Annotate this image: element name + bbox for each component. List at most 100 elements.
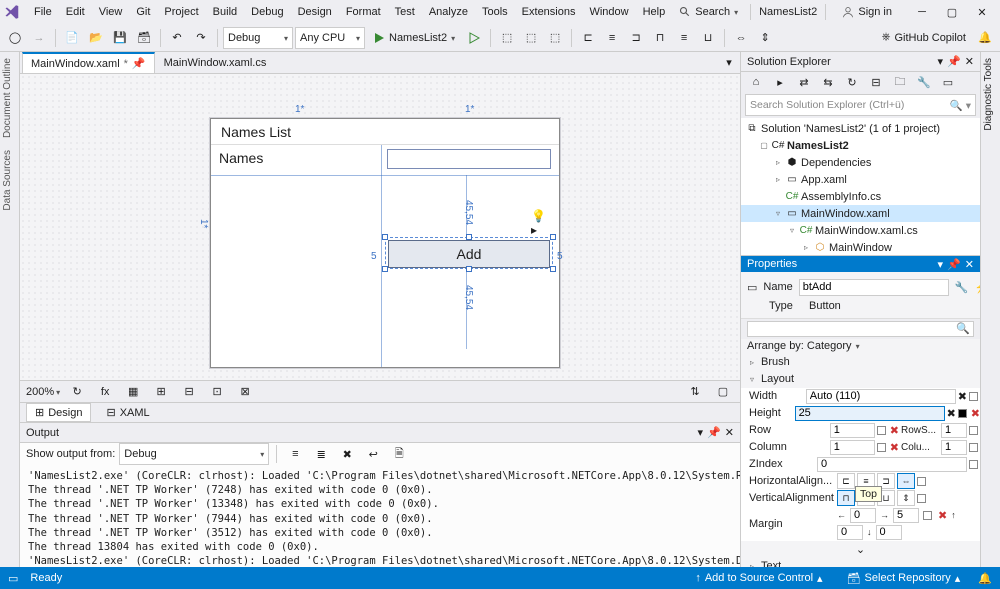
menu-file[interactable]: File: [28, 3, 58, 21]
collapse-all-button[interactable]: ⊟: [865, 71, 887, 93]
preview-button[interactable]: ▭: [937, 71, 959, 93]
fit-button[interactable]: ↻: [66, 381, 88, 403]
menu-view[interactable]: View: [93, 3, 129, 21]
tree-solution-node[interactable]: ⧉Solution 'NamesList2' (1 of 1 project): [741, 120, 980, 137]
align-top-button[interactable]: ⊓: [649, 27, 671, 49]
halign-left[interactable]: ⊏: [837, 473, 855, 489]
panel-close-icon[interactable]: ✕: [965, 55, 974, 68]
output-wrap-button[interactable]: ↩: [362, 443, 384, 465]
menu-help[interactable]: Help: [637, 3, 672, 21]
category-layout[interactable]: ▿Layout: [741, 371, 980, 388]
lightbulb-icon[interactable]: 💡▸: [531, 215, 547, 231]
panel-pin-icon[interactable]: 📌: [947, 258, 961, 271]
pin-icon[interactable]: 📌: [132, 57, 146, 70]
events-button[interactable]: 🔧: [955, 276, 969, 298]
zoom-combo[interactable]: 200%: [26, 386, 60, 398]
panel-close-icon[interactable]: ✕: [725, 426, 734, 439]
sync-active-button[interactable]: ⇆: [817, 71, 839, 93]
dist-v-button[interactable]: ⇕: [754, 27, 776, 49]
home-button[interactable]: ⌂: [745, 71, 767, 93]
switch-views-button[interactable]: ▸: [769, 71, 791, 93]
tree-mainwindow-xaml[interactable]: ▿▭MainWindow.xaml: [741, 205, 980, 222]
panel-dropdown-icon[interactable]: ▾: [938, 55, 944, 68]
align-right-button[interactable]: ⊐: [625, 27, 647, 49]
close-button[interactable]: ✕: [968, 2, 996, 22]
new-project-button[interactable]: 📄: [61, 27, 83, 49]
nav-forward-button[interactable]: →: [28, 27, 50, 49]
view-tab-xaml[interactable]: ⊟ XAML: [97, 403, 158, 422]
align-bottom-button[interactable]: ⊔: [697, 27, 719, 49]
tree-mainwindow-class[interactable]: ▹⬡MainWindow: [741, 239, 980, 255]
output-goto-button[interactable]: ≣: [310, 443, 332, 465]
properties-button[interactable]: 🔧: [913, 71, 935, 93]
quick-launch-search[interactable]: Search: [673, 4, 744, 20]
snap-toggle-b[interactable]: ⊟: [178, 381, 200, 403]
tree-dependencies[interactable]: ▹⬢Dependencies: [741, 154, 980, 171]
split-orientation-button[interactable]: ⇅: [684, 381, 706, 403]
rail-document-outline[interactable]: Document Outline: [0, 52, 15, 144]
prop-width-input[interactable]: [806, 389, 956, 404]
menu-build[interactable]: Build: [207, 3, 243, 21]
status-bell-icon[interactable]: 🔔: [978, 572, 992, 585]
minimize-button[interactable]: ─: [908, 2, 936, 22]
open-button[interactable]: 📂: [85, 27, 107, 49]
panel-dropdown-icon[interactable]: ▾: [698, 426, 704, 439]
tab-mainwindow-cs[interactable]: MainWindow.xaml.cs: [155, 53, 276, 72]
maximize-button[interactable]: ▢: [938, 2, 966, 22]
snap-toggle-c[interactable]: ⊡: [206, 381, 228, 403]
prop-marker[interactable]: [969, 392, 978, 401]
design-textbox[interactable]: [387, 149, 551, 169]
output-source-dropdown[interactable]: Debug: [119, 443, 269, 465]
start-debugging-button[interactable]: NamesList2: [367, 27, 461, 49]
design-add-button[interactable]: Add: [388, 240, 550, 268]
menu-test[interactable]: Test: [389, 3, 421, 21]
menu-git[interactable]: Git: [130, 3, 156, 21]
prop-height-input[interactable]: [795, 406, 945, 421]
add-to-source-control[interactable]: ↑ Add to Source Control ▴: [689, 572, 828, 585]
tool-b[interactable]: ⬚: [520, 27, 542, 49]
expand-more-button[interactable]: ⌄: [741, 541, 980, 558]
arrange-by-dropdown[interactable]: Arrange by: Category: [741, 339, 980, 354]
view-tab-design[interactable]: ⊞ Design: [26, 403, 91, 422]
configuration-dropdown[interactable]: Debug: [223, 27, 293, 49]
rail-data-sources[interactable]: Data Sources: [0, 144, 15, 217]
grid-toggle[interactable]: ▦: [122, 381, 144, 403]
margin-left-input[interactable]: [850, 508, 876, 523]
menu-tools[interactable]: Tools: [476, 3, 514, 21]
tab-overflow-button[interactable]: ▾: [718, 52, 740, 74]
xaml-designer-canvas[interactable]: 1* 1* 1* Names List Names Add: [20, 74, 740, 380]
output-log-button[interactable]: 🗎: [388, 443, 410, 465]
save-all-button[interactable]: 🗃: [133, 27, 155, 49]
sign-in-button[interactable]: Sign in: [836, 4, 898, 20]
menu-format[interactable]: Format: [340, 3, 387, 21]
menu-analyze[interactable]: Analyze: [423, 3, 474, 21]
tool-c[interactable]: ⬚: [544, 27, 566, 49]
nav-back-button[interactable]: ◯: [4, 27, 26, 49]
prop-rowspan-input[interactable]: [941, 423, 967, 438]
margin-top-input[interactable]: [837, 525, 863, 540]
reset-icon[interactable]: ✖: [947, 407, 956, 420]
menu-debug[interactable]: Debug: [245, 3, 289, 21]
margin-right-input[interactable]: [893, 508, 919, 523]
prop-row-input[interactable]: [830, 423, 875, 438]
effects-toggle[interactable]: fx: [94, 381, 116, 403]
halign-stretch[interactable]: ⇔: [897, 473, 915, 489]
category-brush[interactable]: ▹Brush: [741, 354, 980, 371]
design-window[interactable]: Names List Names Add 💡▸ 5: [210, 118, 560, 368]
menu-extensions[interactable]: Extensions: [516, 3, 582, 21]
tree-project-node[interactable]: ▢C#NamesList2: [741, 137, 980, 154]
panel-pin-icon[interactable]: 📌: [947, 55, 961, 68]
window-solution-label[interactable]: NamesList2: [750, 4, 826, 20]
menu-edit[interactable]: Edit: [60, 3, 91, 21]
align-left-button[interactable]: ⊏: [577, 27, 599, 49]
category-text[interactable]: ▹Text: [741, 558, 980, 567]
properties-search-input[interactable]: 🔍: [747, 321, 974, 336]
panel-pin-icon[interactable]: 📌: [707, 426, 721, 439]
prop-column-input[interactable]: [830, 440, 875, 455]
github-copilot-button[interactable]: ⎈ GitHub Copilot: [876, 29, 972, 46]
notifications-icon[interactable]: 🔔: [974, 27, 996, 49]
prop-colspan-input[interactable]: [941, 440, 967, 455]
pending-changes-filter[interactable]: ⇄: [793, 71, 815, 93]
menu-project[interactable]: Project: [158, 3, 204, 21]
expand-icon[interactable]: ▢: [759, 141, 769, 151]
